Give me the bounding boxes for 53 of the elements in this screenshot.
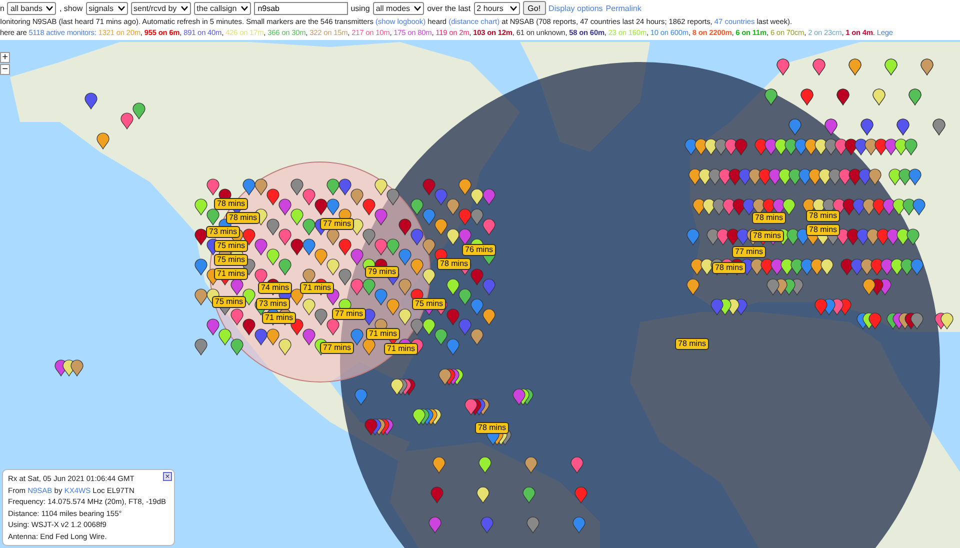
label: over the last bbox=[427, 4, 471, 12]
caret-icon bbox=[180, 6, 188, 10]
label: using bbox=[350, 4, 370, 12]
time-tag[interactable]: 75 mins bbox=[214, 240, 248, 252]
time-tag[interactable]: 78 mins bbox=[712, 262, 746, 274]
time-tag[interactable]: 75 mins bbox=[212, 296, 246, 308]
label: , show bbox=[59, 4, 83, 12]
time-tag[interactable]: 78 mins bbox=[226, 212, 260, 224]
zoom-out-button[interactable]: − bbox=[0, 64, 10, 75]
time-tag[interactable]: 77 mins bbox=[320, 218, 354, 230]
time-tag[interactable]: 77 mins bbox=[332, 308, 366, 320]
time-tag[interactable]: 76 mins bbox=[462, 244, 496, 256]
dropdown[interactable]: 2 hours bbox=[474, 2, 520, 14]
time-tag[interactable]: 78 mins bbox=[214, 198, 248, 210]
time-tag[interactable]: 79 mins bbox=[365, 266, 400, 278]
caret-icon bbox=[46, 6, 54, 10]
time-tag[interactable]: 78 mins bbox=[675, 338, 710, 350]
time-tag[interactable]: 78 mins bbox=[750, 230, 784, 242]
marker-cluster-drawing bbox=[84, 92, 146, 150]
time-tag[interactable]: 75 mins bbox=[412, 298, 446, 310]
time-tag[interactable]: 73 mins bbox=[256, 298, 290, 310]
go-button[interactable]: Go! bbox=[522, 1, 546, 15]
close-button[interactable]: × bbox=[163, 472, 172, 481]
dropdown[interactable]: all bands bbox=[7, 2, 56, 14]
time-tag[interactable]: 78 mins bbox=[806, 224, 840, 236]
time-tag[interactable]: 71 mins bbox=[366, 328, 400, 340]
link[interactable]: Permalink bbox=[606, 4, 642, 12]
time-tag[interactable]: 77 mins bbox=[320, 342, 354, 354]
time-tag[interactable]: 71 mins bbox=[214, 268, 248, 280]
time-tag[interactable]: 71 mins bbox=[384, 343, 418, 355]
dropdown[interactable]: the callsign bbox=[194, 2, 251, 14]
time-tag[interactable]: 78 mins bbox=[437, 258, 472, 270]
caret-icon bbox=[118, 6, 125, 10]
link[interactable]: Display options bbox=[548, 4, 603, 12]
time-tag[interactable]: 78 mins bbox=[806, 210, 840, 222]
time-tag[interactable]: 74 mins bbox=[258, 282, 292, 294]
time-tag[interactable]: 77 mins bbox=[732, 246, 766, 258]
zoom-in-button[interactable]: + bbox=[0, 52, 10, 63]
label: n bbox=[0, 4, 4, 12]
time-tag[interactable]: 71 mins bbox=[262, 312, 296, 324]
callsign-input[interactable]: n9sab bbox=[254, 2, 348, 14]
caret-icon bbox=[414, 6, 422, 10]
caret-icon bbox=[510, 6, 517, 10]
dropdown[interactable]: sent/rcvd by bbox=[130, 2, 191, 14]
marker-cluster-drawing bbox=[54, 360, 84, 376]
time-tag[interactable]: 78 mins bbox=[752, 212, 786, 224]
time-tag[interactable]: 71 mins bbox=[300, 282, 334, 294]
time-tag[interactable]: 73 mins bbox=[206, 226, 240, 238]
dropdown[interactable]: all modes bbox=[372, 2, 424, 14]
time-tag[interactable]: 75 mins bbox=[214, 254, 248, 266]
time-tag[interactable]: 78 mins bbox=[475, 422, 510, 434]
caret-icon bbox=[240, 6, 248, 10]
dropdown[interactable]: signals bbox=[86, 2, 128, 14]
